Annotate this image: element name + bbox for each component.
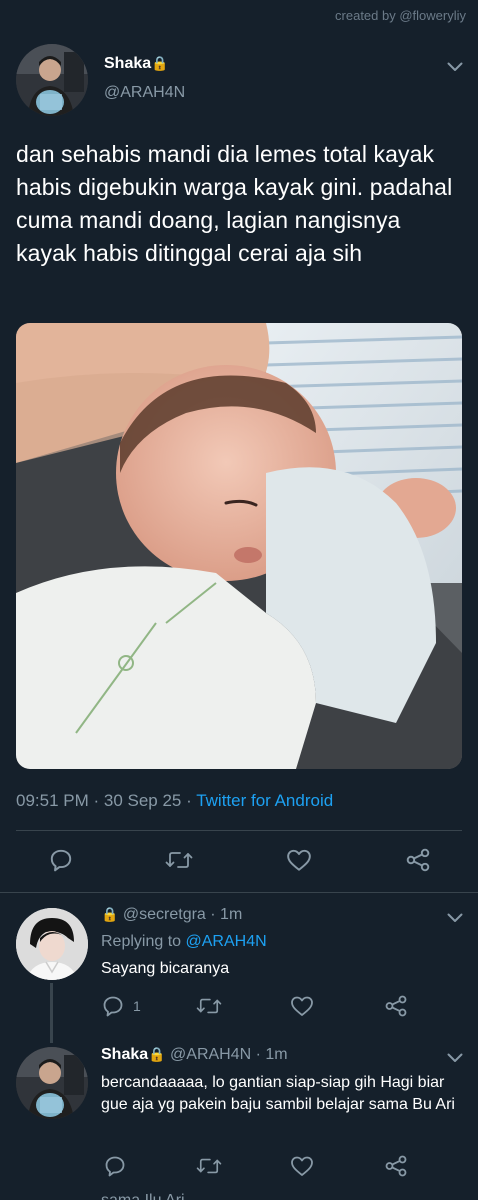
- share-icon[interactable]: [382, 1152, 410, 1180]
- chevron-down-icon[interactable]: [447, 1053, 463, 1063]
- reply-icon[interactable]: 1: [101, 992, 141, 1020]
- share-icon[interactable]: [403, 846, 433, 874]
- retweet-icon[interactable]: [194, 1152, 224, 1180]
- reply-header: Shaka🔒 @ARAH4N · 1m: [101, 1046, 288, 1064]
- author-handle[interactable]: @ARAH4N: [104, 84, 185, 102]
- avatar[interactable]: [16, 44, 88, 116]
- avatar[interactable]: [16, 908, 88, 980]
- replying-handle-link[interactable]: @ARAH4N: [186, 933, 267, 950]
- reply-icon[interactable]: [101, 1152, 129, 1180]
- reply-handle[interactable]: @secretgra: [123, 906, 206, 923]
- retweet-icon[interactable]: [194, 992, 224, 1020]
- lock-icon: 🔒: [151, 55, 169, 71]
- lock-icon: 🔒: [101, 906, 119, 922]
- thread-line: [50, 983, 53, 1043]
- reply-text: bercandaaaaa, lo gantian siap-siap gih H…: [101, 1074, 455, 1113]
- like-icon[interactable]: [284, 846, 314, 874]
- share-icon[interactable]: [382, 992, 410, 1020]
- tweet-photo[interactable]: [16, 323, 462, 769]
- tweet-source-link[interactable]: Twitter for Android: [196, 791, 333, 810]
- reply-header: 🔒 @secretgra · 1m: [101, 906, 242, 924]
- reply-time: · 1m: [205, 906, 243, 923]
- replying-to: Replying to @ARAH4N: [101, 933, 267, 951]
- like-icon[interactable]: [288, 1152, 316, 1180]
- divider: [0, 892, 478, 893]
- lock-icon: 🔒: [148, 1046, 166, 1062]
- author-name[interactable]: Shaka🔒: [104, 55, 169, 73]
- author-name-text: Shaka: [104, 55, 152, 72]
- chevron-down-icon[interactable]: [447, 913, 463, 923]
- reply-author-name[interactable]: Shaka: [101, 1046, 148, 1063]
- replying-label: Replying to: [101, 933, 186, 950]
- reply-icon[interactable]: [46, 846, 76, 874]
- reply-count: 1: [133, 998, 141, 1014]
- cutoff-text: sama Ilu Ari: [101, 1192, 185, 1200]
- reply-handle[interactable]: @ARAH4N: [170, 1046, 251, 1063]
- tweet-time: 09:51 PM · 30 Sep 25 ·: [16, 791, 197, 810]
- chevron-down-icon[interactable]: [447, 62, 463, 72]
- tweet-text: dan sehabis mandi dia lemes total kayak …: [16, 141, 453, 266]
- retweet-icon[interactable]: [163, 846, 195, 874]
- reply-text: Sayang bicaranya: [101, 960, 230, 977]
- like-icon[interactable]: [288, 992, 316, 1020]
- divider: [16, 830, 462, 831]
- reply-time: · 1m: [251, 1046, 288, 1063]
- watermark: created by @floweryliy: [335, 8, 466, 23]
- avatar[interactable]: [16, 1047, 88, 1119]
- tweet-meta: 09:51 PM · 30 Sep 25 · Twitter for Andro…: [16, 791, 333, 811]
